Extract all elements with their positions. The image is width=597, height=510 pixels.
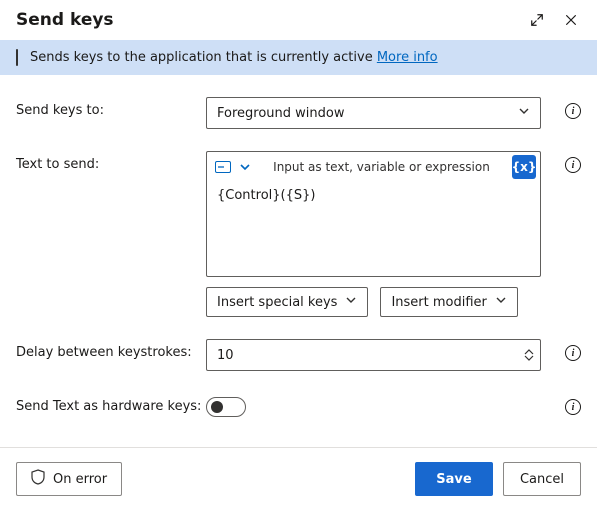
send-keys-to-value: Foreground window: [217, 106, 344, 121]
chevron-down-icon[interactable]: [239, 158, 251, 177]
spinner-down-icon[interactable]: [524, 355, 534, 361]
cancel-button[interactable]: Cancel: [503, 462, 581, 496]
input-mode-icon[interactable]: [215, 161, 231, 173]
hardware-keys-label: Send Text as hardware keys:: [16, 393, 206, 414]
shield-icon: [31, 469, 45, 489]
titlebar: Send keys: [0, 0, 597, 40]
info-icon[interactable]: i: [565, 345, 581, 361]
text-to-send-editor[interactable]: Input as text, variable or expression {x…: [206, 151, 541, 277]
expand-icon[interactable]: [529, 12, 545, 28]
send-keys-dialog: Send keys Sends keys to the application …: [0, 0, 597, 510]
banner-text: Sends keys to the application that is cu…: [30, 50, 377, 65]
dialog-title: Send keys: [16, 10, 114, 30]
send-keys-to-select[interactable]: Foreground window: [206, 97, 541, 129]
dialog-footer: On error Save Cancel: [0, 447, 597, 510]
editor-placeholder: Input as text, variable or expression: [259, 160, 504, 174]
text-to-send-value[interactable]: {Control}({S}): [207, 182, 540, 276]
info-icon[interactable]: i: [565, 399, 581, 415]
info-banner: Sends keys to the application that is cu…: [0, 40, 597, 75]
send-keys-to-label: Send keys to:: [16, 97, 206, 118]
on-error-button[interactable]: On error: [16, 462, 122, 496]
chevron-down-icon: [518, 105, 530, 121]
chevron-down-icon: [495, 294, 507, 310]
text-to-send-label: Text to send:: [16, 151, 206, 172]
chevron-down-icon: [345, 294, 357, 310]
insert-modifier-button[interactable]: Insert modifier: [380, 287, 517, 317]
variable-picker-button[interactable]: {x}: [512, 155, 536, 179]
close-icon[interactable]: [563, 12, 579, 28]
info-icon[interactable]: i: [565, 157, 581, 173]
delay-label: Delay between keystrokes:: [16, 339, 206, 360]
more-info-link[interactable]: More info: [377, 50, 438, 65]
insert-special-keys-button[interactable]: Insert special keys: [206, 287, 368, 317]
save-button[interactable]: Save: [415, 462, 493, 496]
delay-value: 10: [217, 348, 234, 363]
hardware-keys-toggle[interactable]: [206, 397, 246, 417]
keyboard-icon: [16, 50, 18, 65]
delay-input[interactable]: 10: [206, 339, 541, 371]
info-icon[interactable]: i: [565, 103, 581, 119]
